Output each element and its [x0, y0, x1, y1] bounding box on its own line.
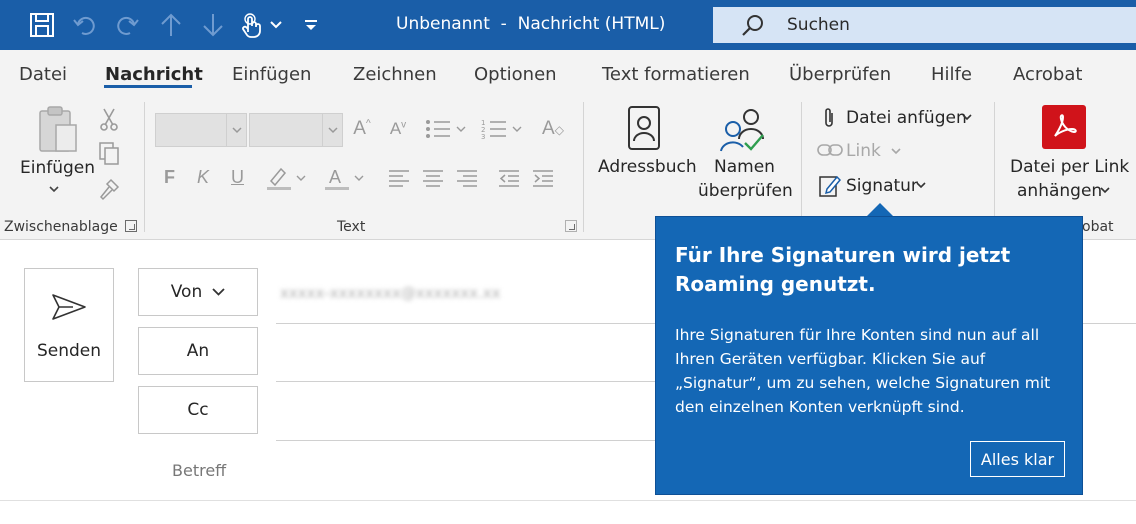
- align-left-icon[interactable]: [386, 166, 412, 190]
- separator: [801, 102, 802, 232]
- separator: [994, 102, 995, 232]
- signature-label[interactable]: Signatur: [846, 176, 918, 196]
- send-button[interactable]: Senden: [24, 268, 114, 382]
- to-label: An: [186, 341, 210, 361]
- decrease-indent-icon[interactable]: [496, 166, 522, 190]
- acrobat-chevron-icon[interactable]: [1098, 184, 1112, 196]
- search-box[interactable]: Suchen: [713, 7, 1136, 43]
- increase-indent-icon[interactable]: [530, 166, 556, 190]
- highlight-icon[interactable]: [264, 164, 308, 192]
- format-painter-icon[interactable]: [96, 176, 122, 202]
- align-right-icon[interactable]: [454, 166, 480, 190]
- tab-ueberpruefen[interactable]: Überprüfen: [789, 64, 891, 85]
- align-center-icon[interactable]: [420, 166, 446, 190]
- from-chevron-icon: [212, 288, 225, 296]
- underline-button[interactable]: U: [231, 167, 244, 188]
- acrobat-attach-label-line1[interactable]: Datei per Link: [1010, 157, 1129, 177]
- clipboard-dialog-launcher[interactable]: [125, 220, 137, 232]
- font-name-box[interactable]: [155, 113, 247, 147]
- arrow-up-icon[interactable]: [156, 10, 186, 40]
- touch-mode-icon[interactable]: [236, 10, 266, 40]
- to-button[interactable]: An: [138, 327, 258, 375]
- customize-qat-icon[interactable]: [298, 10, 324, 40]
- copy-icon[interactable]: [96, 140, 122, 166]
- font-name-dropdown-icon[interactable]: [226, 114, 246, 146]
- svg-text:A: A: [329, 167, 341, 187]
- tab-datei[interactable]: Datei: [19, 64, 67, 85]
- paste-chevron-icon[interactable]: [46, 182, 62, 196]
- bullets-icon[interactable]: [422, 115, 468, 143]
- paste-label[interactable]: Einfügen: [20, 158, 95, 178]
- undo-icon[interactable]: [70, 10, 100, 40]
- signature-roaming-callout: Für Ihre Signaturen wird jetzt Roaming g…: [655, 216, 1083, 495]
- group-label-clipboard: Zwischenablage: [4, 219, 118, 235]
- attach-file-chevron-icon[interactable]: [960, 111, 974, 123]
- callout-dismiss-button[interactable]: Alles klar: [970, 441, 1065, 477]
- chevron-down-icon[interactable]: [264, 10, 288, 40]
- separator: [583, 102, 584, 232]
- address-book-icon[interactable]: [624, 104, 664, 152]
- signature-icon[interactable]: [818, 172, 842, 198]
- send-icon: [51, 293, 87, 326]
- send-label: Senden: [36, 341, 102, 361]
- callout-pointer: [866, 203, 894, 217]
- bold-button[interactable]: F: [164, 167, 175, 188]
- paste-icon[interactable]: [34, 104, 82, 156]
- to-field-line[interactable]: [276, 381, 656, 382]
- font-color-icon[interactable]: A: [322, 164, 366, 192]
- cc-field-line[interactable]: [276, 440, 656, 441]
- numbering-icon[interactable]: 123: [478, 115, 524, 143]
- grow-font-icon[interactable]: A^: [348, 115, 376, 143]
- cc-button[interactable]: Cc: [138, 386, 258, 434]
- check-names-label-line2[interactable]: überprüfen: [698, 181, 793, 201]
- tab-zeichnen[interactable]: Zeichnen: [353, 64, 437, 85]
- paperclip-icon[interactable]: [818, 106, 840, 130]
- ribbon-tabs: Datei Nachricht Einfügen Zeichnen Option…: [0, 50, 1136, 96]
- signature-chevron-icon[interactable]: [914, 179, 928, 191]
- title-bar: Unbenannt - Nachricht (HTML) Suchen: [0, 0, 1136, 50]
- from-address-blurred: xxxxx-xxxxxxxx@xxxxxxx.xx: [280, 284, 501, 302]
- italic-button[interactable]: K: [197, 167, 209, 188]
- callout-title: Für Ihre Signaturen wird jetzt Roaming g…: [675, 243, 1011, 296]
- search-placeholder: Suchen: [787, 15, 850, 35]
- group-label-text: Text: [337, 219, 366, 235]
- cc-label: Cc: [187, 400, 209, 420]
- redo-icon[interactable]: [112, 10, 142, 40]
- tab-einfuegen[interactable]: Einfügen: [232, 64, 311, 85]
- window-title: Unbenannt - Nachricht (HTML): [396, 14, 666, 34]
- separator: [144, 102, 145, 232]
- callout-body: Ihre Signaturen für Ihre Konten sind nun…: [675, 326, 1051, 416]
- from-label: Von: [170, 282, 203, 302]
- cut-icon[interactable]: [96, 106, 122, 132]
- acrobat-attach-label-line2[interactable]: anhängen: [1017, 181, 1102, 201]
- tab-optionen[interactable]: Optionen: [474, 64, 557, 85]
- from-button[interactable]: Von: [138, 268, 258, 316]
- check-names-label-line1[interactable]: Namen: [714, 157, 775, 177]
- tab-text-formatieren[interactable]: Text formatieren: [602, 64, 750, 85]
- tab-acrobat[interactable]: Acrobat: [1013, 64, 1082, 85]
- text-dialog-launcher[interactable]: [565, 220, 577, 232]
- attach-file-label[interactable]: Datei anfügen: [846, 108, 967, 128]
- group-label-acrobat: obat: [1082, 219, 1114, 235]
- font-size-box[interactable]: [249, 113, 343, 147]
- svg-text:3: 3: [481, 133, 485, 140]
- font-size-dropdown-icon[interactable]: [322, 114, 342, 146]
- shrink-font-icon[interactable]: Av: [384, 115, 412, 143]
- acrobat-pdf-icon[interactable]: [1042, 105, 1086, 149]
- tab-hilfe[interactable]: Hilfe: [931, 64, 972, 85]
- clear-formatting-icon[interactable]: A◇: [538, 115, 568, 143]
- link-chevron-icon[interactable]: [889, 145, 903, 157]
- subject-label: Betreff: [172, 461, 227, 480]
- tab-nachricht[interactable]: Nachricht: [105, 64, 203, 85]
- check-names-icon[interactable]: [718, 104, 768, 154]
- address-book-label[interactable]: Adressbuch: [598, 157, 697, 177]
- link-label[interactable]: Link: [846, 141, 881, 161]
- subject-field-line[interactable]: [0, 500, 1136, 501]
- search-icon: [741, 13, 765, 42]
- link-icon[interactable]: [816, 140, 844, 160]
- active-tab-indicator: [104, 85, 192, 88]
- save-icon[interactable]: [27, 10, 57, 40]
- arrow-down-icon[interactable]: [198, 10, 228, 40]
